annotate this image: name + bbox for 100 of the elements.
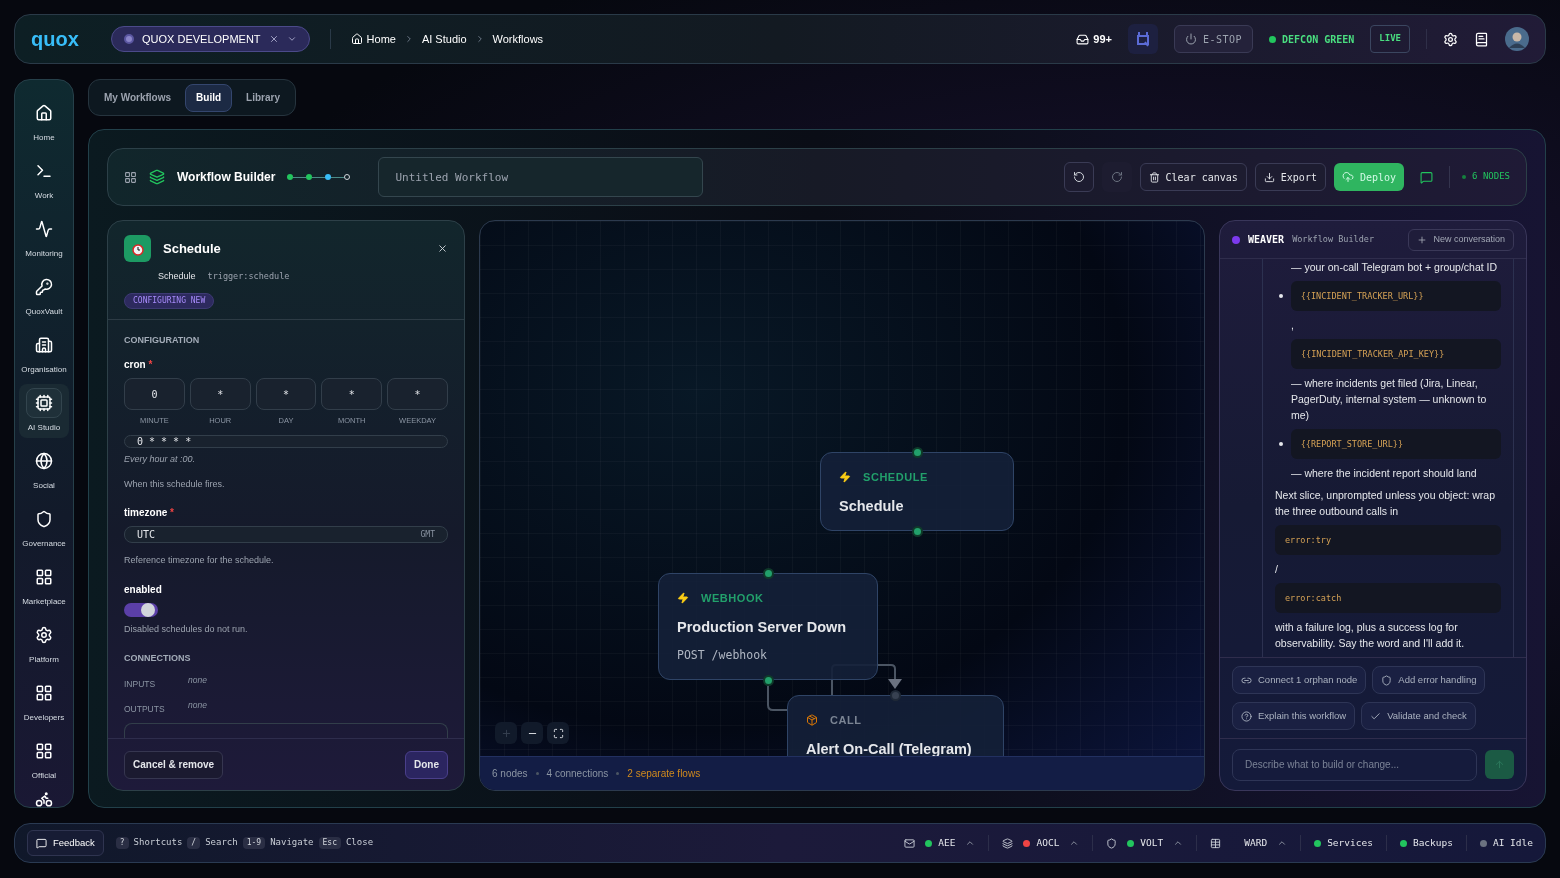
- shortcut-label: Navigate: [270, 836, 314, 850]
- nav-item[interactable]: Work: [19, 152, 69, 206]
- service-status[interactable]: Services: [1314, 835, 1373, 851]
- nav-icon: [35, 278, 53, 296]
- breadcrumb-link[interactable]: Workflows: [492, 30, 544, 48]
- nav-item[interactable]: QuoxVault: [19, 268, 69, 322]
- collapsed-field[interactable]: [124, 723, 448, 738]
- done-button[interactable]: Done: [405, 750, 448, 779]
- node-type-label: Schedule: [158, 270, 196, 283]
- undo-button[interactable]: [1063, 162, 1094, 192]
- connection-port[interactable]: [911, 525, 923, 537]
- nav-item[interactable]: Governance: [19, 500, 69, 554]
- node-type: WEBHOOK: [701, 591, 764, 606]
- feedback-button[interactable]: Feedback: [27, 830, 104, 856]
- field-label: enabled: [124, 582, 163, 597]
- emergency-stop-button[interactable]: E-STOP: [1173, 25, 1254, 53]
- node-stat: 6 nodes: [492, 767, 528, 781]
- timezone-field[interactable]: UTC GMT: [124, 526, 448, 544]
- cron-part-field[interactable]: 0: [124, 378, 185, 410]
- breadcrumb-link[interactable]: AI Studio: [421, 30, 467, 48]
- prompt-field[interactable]: Describe what to build or change...: [1232, 748, 1477, 781]
- cron-expression-field[interactable]: 0 * * * *: [124, 435, 448, 449]
- cron-part-field[interactable]: *: [321, 378, 383, 410]
- book-icon[interactable]: [1474, 31, 1489, 47]
- logo-icon: [1135, 31, 1150, 47]
- node-title: Alert On-Call (Telegram): [806, 739, 973, 756]
- home-icon: [350, 33, 363, 45]
- chevron-icon: [1277, 838, 1288, 848]
- defcon-status: DEFCON GREEN: [1269, 31, 1355, 47]
- suggestion-icon: [1241, 710, 1252, 722]
- shortcut-label: Close: [345, 836, 374, 850]
- service-status[interactable]: AOCL: [1002, 835, 1080, 851]
- fit-view-button[interactable]: [547, 722, 569, 744]
- workflow-node[interactable]: CALL Alert On-Call (Telegram): [787, 695, 1004, 756]
- breadcrumb-link[interactable]: Home: [350, 30, 396, 48]
- service-status[interactable]: AEE: [904, 835, 976, 851]
- app-logo[interactable]: quox: [31, 24, 95, 54]
- workflow-node[interactable]: SCHEDULE Schedule: [820, 452, 1014, 531]
- bullet-icon: [1279, 442, 1283, 446]
- cron-part-field[interactable]: *: [189, 378, 251, 410]
- code-block: {{INCIDENT_TRACKER_URL}}: [1290, 281, 1501, 311]
- service-status[interactable]: VOLT: [1106, 835, 1184, 851]
- cron-part-field[interactable]: *: [255, 378, 317, 410]
- assistant-logo-button[interactable]: [1127, 24, 1158, 54]
- clear-canvas-button[interactable]: Clear canvas: [1139, 163, 1247, 191]
- message-text: — where the incident report should land: [1290, 466, 1478, 481]
- service-status[interactable]: Backups: [1399, 835, 1453, 851]
- view-tab[interactable]: Library: [236, 83, 290, 112]
- redo-icon: [1110, 171, 1123, 183]
- nav-item[interactable]: Social: [19, 442, 69, 496]
- suggestion-icon: [1370, 710, 1382, 722]
- nav-item[interactable]: Monitoring: [19, 210, 69, 264]
- connection-port[interactable]: [911, 446, 923, 458]
- user-avatar[interactable]: [1505, 27, 1529, 51]
- connection-port[interactable]: [762, 567, 774, 579]
- suggestion-chip[interactable]: Add error handling: [1372, 666, 1486, 694]
- nav-item[interactable]: AI Studio: [19, 384, 69, 438]
- cron-part-field[interactable]: *: [387, 378, 448, 410]
- workflow-name-field[interactable]: Untitled Workflow: [378, 157, 704, 197]
- nav-item[interactable]: Official: [19, 732, 69, 786]
- connection-port[interactable]: [762, 674, 774, 686]
- workspace-selector[interactable]: QUOX DEVELOPMENT: [111, 26, 310, 52]
- code-block: error:catch: [1275, 583, 1501, 613]
- view-tab[interactable]: Build: [185, 83, 233, 112]
- suggestion-chip[interactable]: Explain this workflow: [1232, 702, 1356, 730]
- grid-icon[interactable]: [124, 170, 137, 184]
- close-icon[interactable]: [437, 243, 448, 254]
- nav-item[interactable]: Marketplace: [19, 558, 69, 612]
- live-badge: LIVE: [1370, 25, 1410, 53]
- node-title: Production Server Down: [677, 617, 848, 637]
- service-status[interactable]: WARD: [1210, 835, 1288, 851]
- suggestion-chip[interactable]: Validate and check: [1361, 702, 1476, 730]
- shortcut-label: Shortcuts: [133, 836, 183, 850]
- assistant-context: Workflow Builder: [1292, 233, 1374, 246]
- settings-icon[interactable]: [1443, 31, 1458, 47]
- code-block: {{REPORT_STORE_URL}}: [1290, 429, 1501, 459]
- cancel-remove-button[interactable]: Cancel & remove: [124, 750, 224, 779]
- new-conversation-button[interactable]: New conversation: [1408, 228, 1514, 251]
- nav-item[interactable]: Developers: [19, 674, 69, 728]
- node-title: Schedule: [839, 496, 905, 516]
- message-text: — your on-call Telegram bot + group/chat ID: [1290, 260, 1499, 275]
- workflow-node[interactable]: WEBHOOK Production Server Down POST /webhook: [658, 573, 878, 680]
- service-status[interactable]: AI Idle: [1479, 835, 1533, 851]
- clear-icon[interactable]: [268, 34, 279, 44]
- nav-item[interactable]: Home: [19, 94, 69, 148]
- connection-value: none: [188, 698, 207, 712]
- download-icon: [1263, 171, 1275, 183]
- view-tab[interactable]: My Workflows: [94, 83, 182, 112]
- suggestion-chip[interactable]: Connect 1 orphan node: [1232, 666, 1367, 694]
- flow-warning: 2 separate flows: [627, 767, 701, 781]
- nav-item[interactable]: Organisation: [19, 326, 69, 380]
- panel-title: Schedule: [163, 239, 221, 258]
- nav-icon: [35, 568, 53, 586]
- bike-icon[interactable]: [35, 790, 53, 807]
- inbox-button[interactable]: 99+: [1076, 30, 1112, 48]
- nav-icon: [35, 104, 53, 122]
- export-button[interactable]: Export: [1254, 163, 1326, 191]
- chat-icon[interactable]: [1420, 170, 1434, 184]
- enabled-toggle[interactable]: [124, 602, 158, 617]
- nav-item[interactable]: Platform: [19, 616, 69, 670]
